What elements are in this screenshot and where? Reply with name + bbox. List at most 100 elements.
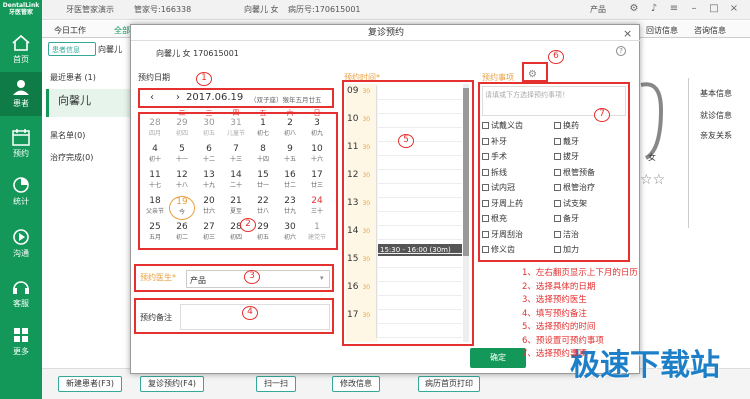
calendar-day[interactable]: 10 十六 bbox=[304, 144, 330, 168]
link-family[interactable]: 亲友关系 bbox=[700, 130, 732, 141]
calendar-day[interactable]: 12 十八 bbox=[169, 170, 195, 194]
checkbox-box[interactable] bbox=[482, 230, 489, 238]
calendar-day[interactable]: 17 廿三 bbox=[304, 170, 330, 194]
group-blacklist[interactable]: 黑名单(0) bbox=[50, 130, 85, 141]
item-checkbox[interactable]: 换药 bbox=[554, 120, 618, 132]
calendar-day[interactable]: 8 十四 bbox=[250, 144, 276, 168]
calendar-day[interactable]: 16 廿二 bbox=[277, 170, 303, 194]
next-month-icon[interactable]: › bbox=[176, 92, 180, 103]
help-icon[interactable]: ? bbox=[616, 46, 626, 56]
time-slot[interactable] bbox=[378, 184, 462, 198]
item-checkbox[interactable]: 牙周上药 bbox=[482, 198, 546, 210]
nav-appointment[interactable]: 预约 bbox=[0, 122, 42, 166]
time-slot[interactable] bbox=[378, 240, 462, 254]
calendar-day[interactable]: 11 十七 bbox=[142, 170, 168, 194]
calendar-day[interactable]: 2 初八 bbox=[277, 118, 303, 142]
time-slot[interactable] bbox=[378, 212, 462, 226]
group-recent[interactable]: 最近患者 (1) bbox=[50, 72, 96, 83]
time-slot[interactable] bbox=[378, 310, 462, 324]
tab-visit[interactable]: 回访信息 bbox=[646, 25, 678, 36]
revisit-button[interactable]: 复诊预约(F4) bbox=[140, 376, 204, 392]
minimize-icon[interactable]: – bbox=[688, 3, 700, 15]
confirm-button[interactable]: 确定 bbox=[470, 348, 526, 368]
calendar-day[interactable]: 29 初四 bbox=[169, 118, 195, 142]
time-scroll-thumb[interactable] bbox=[463, 88, 469, 256]
gear-icon[interactable]: ⚙ bbox=[628, 3, 640, 15]
item-checkbox[interactable]: 拔牙 bbox=[554, 151, 618, 163]
checkbox-box[interactable] bbox=[482, 199, 489, 207]
calendar-day[interactable]: 1 建党节 bbox=[304, 222, 330, 246]
calendar-day[interactable]: 15 廿一 bbox=[250, 170, 276, 194]
calendar-day[interactable]: 18 父亲节 bbox=[142, 196, 168, 220]
item-checkbox[interactable]: 拆线 bbox=[482, 167, 546, 179]
checkbox-box[interactable] bbox=[482, 122, 489, 129]
group-done[interactable]: 治疗完成(0) bbox=[50, 152, 93, 163]
checkbox-box[interactable] bbox=[482, 137, 489, 145]
calendar-day[interactable]: 20 廿六 bbox=[196, 196, 222, 220]
maximize-icon[interactable]: □ bbox=[708, 3, 720, 15]
checkbox-box[interactable] bbox=[554, 137, 561, 145]
time-slot[interactable] bbox=[378, 100, 462, 114]
nav-communicate[interactable]: 沟通 bbox=[0, 222, 42, 266]
scan-button[interactable]: 扫一扫 bbox=[256, 376, 296, 392]
calendar-day[interactable]: 24 三十 bbox=[304, 196, 330, 220]
item-checkbox[interactable]: 根充 bbox=[482, 213, 546, 225]
tab-today[interactable]: 今日工作 bbox=[54, 25, 86, 36]
checkbox-box[interactable] bbox=[554, 168, 561, 176]
time-slot[interactable] bbox=[378, 156, 462, 170]
checkbox-box[interactable] bbox=[482, 168, 489, 176]
checkbox-box[interactable] bbox=[482, 184, 489, 191]
item-checkbox[interactable]: 试支架 bbox=[554, 198, 618, 210]
calendar-day[interactable]: 21 夏至 bbox=[223, 196, 249, 220]
calendar-day[interactable]: 23 廿九 bbox=[277, 196, 303, 220]
calendar-day[interactable]: 19 今 bbox=[169, 196, 195, 220]
checkbox-box[interactable] bbox=[554, 184, 561, 191]
item-checkbox[interactable]: 洁治 bbox=[554, 229, 618, 241]
item-checkbox[interactable]: 修义齿 bbox=[482, 244, 546, 256]
item-checkbox[interactable]: 戴牙 bbox=[554, 136, 618, 148]
link-visit-info[interactable]: 就诊信息 bbox=[700, 110, 732, 121]
time-slot[interactable] bbox=[378, 324, 462, 338]
bell-icon[interactable]: ♪ bbox=[648, 3, 660, 15]
checkbox-box[interactable] bbox=[554, 246, 561, 253]
calendar-day[interactable]: 25 五月 bbox=[142, 222, 168, 246]
tab-all[interactable]: 全部 bbox=[114, 25, 130, 36]
checkbox-box[interactable] bbox=[554, 122, 561, 129]
checkbox-box[interactable] bbox=[554, 199, 561, 207]
checkbox-box[interactable] bbox=[554, 230, 561, 238]
edit-info-button[interactable]: 修改信息 bbox=[332, 376, 380, 392]
checkbox-box[interactable] bbox=[482, 153, 489, 160]
calendar-day[interactable]: 5 十一 bbox=[169, 144, 195, 168]
item-checkbox[interactable]: 牙周刮治 bbox=[482, 229, 546, 241]
calendar-day[interactable]: 1 初七 bbox=[250, 118, 276, 142]
calendar-day[interactable]: 4 初十 bbox=[142, 144, 168, 168]
filter-select[interactable]: 患者信息 bbox=[48, 42, 96, 56]
calendar-day[interactable]: 6 十二 bbox=[196, 144, 222, 168]
time-slot[interactable] bbox=[378, 226, 462, 240]
time-slot[interactable] bbox=[378, 254, 462, 268]
item-checkbox[interactable]: 加力 bbox=[554, 244, 618, 256]
calendar-day[interactable]: 22 廿八 bbox=[250, 196, 276, 220]
nav-service[interactable]: 客服 bbox=[0, 272, 42, 316]
calendar-day[interactable]: 28 四月 bbox=[142, 118, 168, 142]
calendar-day[interactable]: 14 二十 bbox=[223, 170, 249, 194]
nav-home[interactable]: 首页 bbox=[0, 28, 42, 72]
item-checkbox[interactable]: 试戴义齿 bbox=[482, 120, 546, 132]
item-checkbox[interactable]: 试内冠 bbox=[482, 182, 546, 194]
time-slot[interactable] bbox=[378, 198, 462, 212]
print-record-button[interactable]: 病历首页打印 bbox=[418, 376, 480, 392]
new-patient-button[interactable]: 新建患者(F3) bbox=[58, 376, 122, 392]
tab-consult[interactable]: 咨询信息 bbox=[694, 25, 726, 36]
prev-month-icon[interactable]: ‹ bbox=[150, 92, 154, 103]
time-slot[interactable] bbox=[378, 296, 462, 310]
item-checkbox[interactable]: 根管治疗 bbox=[554, 182, 618, 194]
calendar-day[interactable]: 30 初六 bbox=[277, 222, 303, 246]
calendar-day[interactable]: 30 初五 bbox=[196, 118, 222, 142]
time-slot[interactable] bbox=[378, 170, 462, 184]
time-slot[interactable] bbox=[378, 268, 462, 282]
calendar-day[interactable]: 13 十九 bbox=[196, 170, 222, 194]
checkbox-box[interactable] bbox=[554, 215, 561, 222]
menu-icon[interactable]: ≡ bbox=[668, 3, 680, 15]
calendar-day[interactable]: 3 初九 bbox=[304, 118, 330, 142]
nav-more[interactable]: 更多 bbox=[0, 320, 42, 364]
